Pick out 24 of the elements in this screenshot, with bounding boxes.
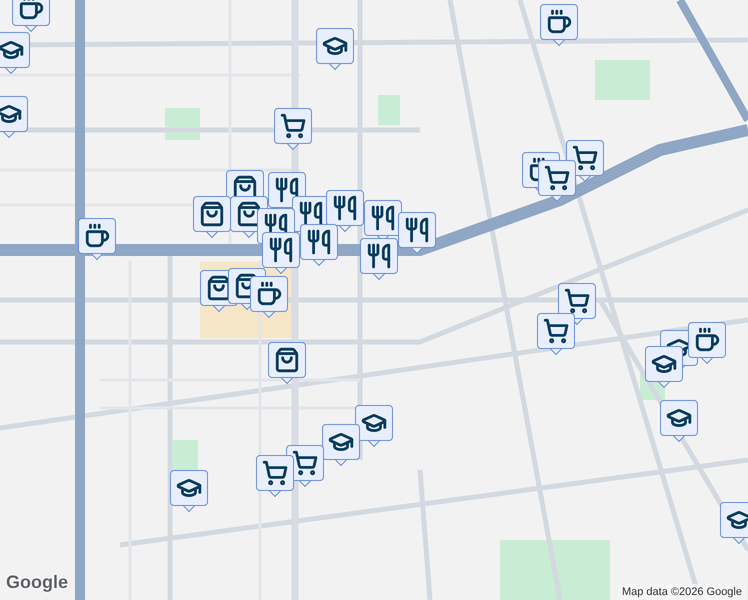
fork-knife-icon xyxy=(404,217,430,243)
coffee-cup-icon xyxy=(84,223,110,249)
shopping-bag-icon xyxy=(199,201,225,227)
shopping-bag-icon xyxy=(274,347,300,373)
coffee-cup-icon xyxy=(256,281,282,307)
coffee-cup-icon xyxy=(546,9,572,35)
fork-knife-icon xyxy=(366,243,392,269)
shopping-cart-icon xyxy=(544,165,570,191)
fork-knife-icon xyxy=(268,237,294,263)
shopping-cart-icon xyxy=(292,450,318,476)
coffee-cup-icon xyxy=(694,327,720,353)
shopping-cart-icon xyxy=(262,460,288,486)
fork-knife-icon xyxy=(298,201,324,227)
coffee-cup-icon xyxy=(18,0,44,21)
fork-knife-icon xyxy=(306,229,332,255)
shopping-bag-icon xyxy=(236,201,262,227)
map-logo: Google xyxy=(6,571,68,594)
shopping-cart-icon xyxy=(543,318,569,344)
shopping-cart-icon xyxy=(280,113,306,139)
fork-knife-icon xyxy=(332,195,358,221)
shopping-cart-icon xyxy=(564,288,590,314)
fork-knife-icon xyxy=(274,177,300,203)
fork-knife-icon xyxy=(370,205,396,231)
shopping-cart-icon xyxy=(572,145,598,171)
